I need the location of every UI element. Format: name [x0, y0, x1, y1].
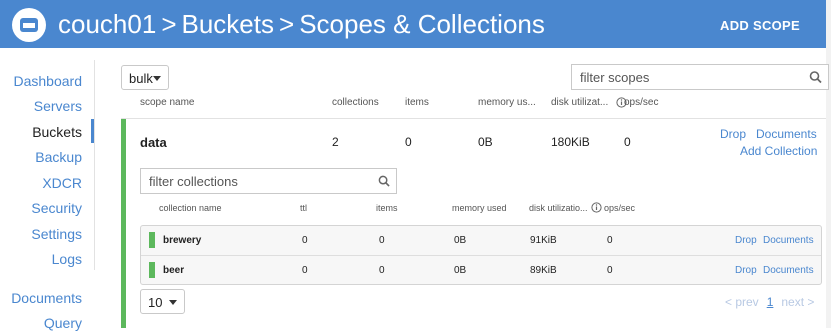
page-title: Scopes & Collections — [299, 9, 545, 39]
col-collections[interactable]: collections — [332, 97, 379, 108]
filter-scopes-input[interactable] — [580, 65, 800, 89]
collection-disk: 91KiB — [530, 235, 557, 246]
sidebar-item-servers[interactable]: Servers — [34, 98, 82, 114]
col-coll-ops[interactable]: ops/sec — [604, 203, 635, 213]
scope-status-bar — [121, 119, 126, 328]
scope-name[interactable]: data — [140, 135, 167, 150]
scrollbar-track[interactable] — [826, 0, 831, 328]
scope-documents-link[interactable]: Documents — [756, 127, 817, 141]
prev-page-link[interactable]: < prev — [725, 295, 759, 309]
breadcrumb: couch01 > Buckets > Scopes & Collections — [58, 9, 545, 40]
scope-disk: 180KiB — [551, 135, 590, 149]
drop-collection-link[interactable]: Drop — [735, 235, 757, 246]
sidebar-item-security[interactable]: Security — [31, 200, 82, 216]
col-collection-name[interactable]: collection name — [159, 203, 222, 213]
collection-items: 0 — [379, 235, 385, 246]
sidebar-item-settings[interactable]: Settings — [31, 226, 82, 242]
filter-collections-field[interactable] — [140, 168, 397, 194]
breadcrumb-separator: > — [279, 9, 295, 39]
scope-memory: 0B — [478, 135, 493, 149]
breadcrumb-buckets[interactable]: Buckets — [182, 9, 275, 39]
sidebar-item-buckets[interactable]: Buckets — [32, 124, 82, 140]
bucket-select-value: bulk — [129, 71, 153, 86]
breadcrumb-cluster[interactable]: couch01 — [58, 9, 156, 39]
page-size-value: 10 — [148, 295, 163, 310]
sidebar-item-dashboard[interactable]: Dashboard — [14, 73, 83, 89]
sidebar-item-query[interactable]: Query — [44, 315, 82, 331]
top-header: couch01 > Buckets > Scopes & Collections ADD… — [0, 0, 826, 48]
table-row: beer 0 0 0B 89KiB 0 Drop Documents — [141, 255, 821, 284]
col-ttl[interactable]: ttl — [300, 203, 307, 213]
page-size-select[interactable]: 10 — [140, 289, 185, 314]
page-number-link[interactable]: 1 — [767, 295, 774, 309]
filter-collections-input[interactable] — [149, 169, 368, 193]
search-icon — [378, 175, 390, 187]
col-coll-memory[interactable]: memory used — [452, 203, 507, 213]
pagination: < prev 1 next > — [725, 295, 814, 309]
info-icon[interactable] — [591, 202, 602, 213]
add-collection-link[interactable]: Add Collection — [740, 144, 817, 158]
next-page-link[interactable]: next > — [781, 295, 814, 309]
sidebar-item-logs[interactable]: Logs — [52, 251, 82, 267]
col-scope-name[interactable]: scope name — [140, 97, 194, 108]
collection-disk: 89KiB — [530, 265, 557, 276]
chevron-down-icon — [169, 299, 177, 305]
sidebar: Dashboard Servers Buckets Backup XDCR Se… — [0, 62, 94, 331]
sidebar-divider — [94, 60, 95, 270]
scope-ops: 0 — [624, 135, 631, 149]
couchbase-logo-icon — [12, 8, 46, 42]
col-coll-disk[interactable]: disk utilizatio... — [529, 203, 588, 213]
collection-items: 0 — [379, 265, 385, 276]
add-scope-button[interactable]: ADD SCOPE — [720, 18, 800, 33]
collection-ops: 0 — [607, 265, 613, 276]
collection-documents-link[interactable]: Documents — [763, 265, 814, 276]
sidebar-item-documents[interactable]: Documents — [11, 290, 82, 306]
collection-status-bar — [149, 232, 155, 248]
col-items[interactable]: items — [405, 97, 429, 108]
collection-documents-link[interactable]: Documents — [763, 235, 814, 246]
collection-status-bar — [149, 262, 155, 278]
collection-memory: 0B — [454, 235, 467, 246]
sidebar-item-xdcr[interactable]: XDCR — [42, 175, 82, 191]
col-coll-items[interactable]: items — [376, 203, 398, 213]
drop-collection-link[interactable]: Drop — [735, 265, 757, 276]
drop-scope-link[interactable]: Drop — [720, 127, 746, 141]
col-disk[interactable]: disk utilizat... — [551, 97, 608, 108]
collections-table: brewery 0 0 0B 91KiB 0 Drop Documents be… — [140, 225, 822, 285]
breadcrumb-separator: > — [161, 9, 177, 39]
collection-memory: 0B — [454, 265, 467, 276]
collection-name: brewery — [163, 235, 202, 246]
search-icon — [809, 71, 822, 84]
collection-ops: 0 — [607, 235, 613, 246]
scope-items: 0 — [405, 135, 412, 149]
col-ops[interactable]: ops/sec — [624, 97, 658, 108]
collection-name: beer — [163, 265, 185, 276]
collection-ttl: 0 — [302, 265, 308, 276]
bucket-select[interactable]: bulk — [121, 65, 169, 90]
chevron-down-icon — [153, 75, 161, 81]
table-row: brewery 0 0 0B 91KiB 0 Drop Documents — [141, 226, 821, 254]
collection-ttl: 0 — [302, 235, 308, 246]
col-memory[interactable]: memory us... — [478, 97, 536, 108]
filter-scopes-field[interactable] — [571, 64, 829, 90]
scope-collections: 2 — [332, 135, 339, 149]
sidebar-item-backup[interactable]: Backup — [35, 149, 82, 165]
scope-row — [121, 119, 826, 328]
